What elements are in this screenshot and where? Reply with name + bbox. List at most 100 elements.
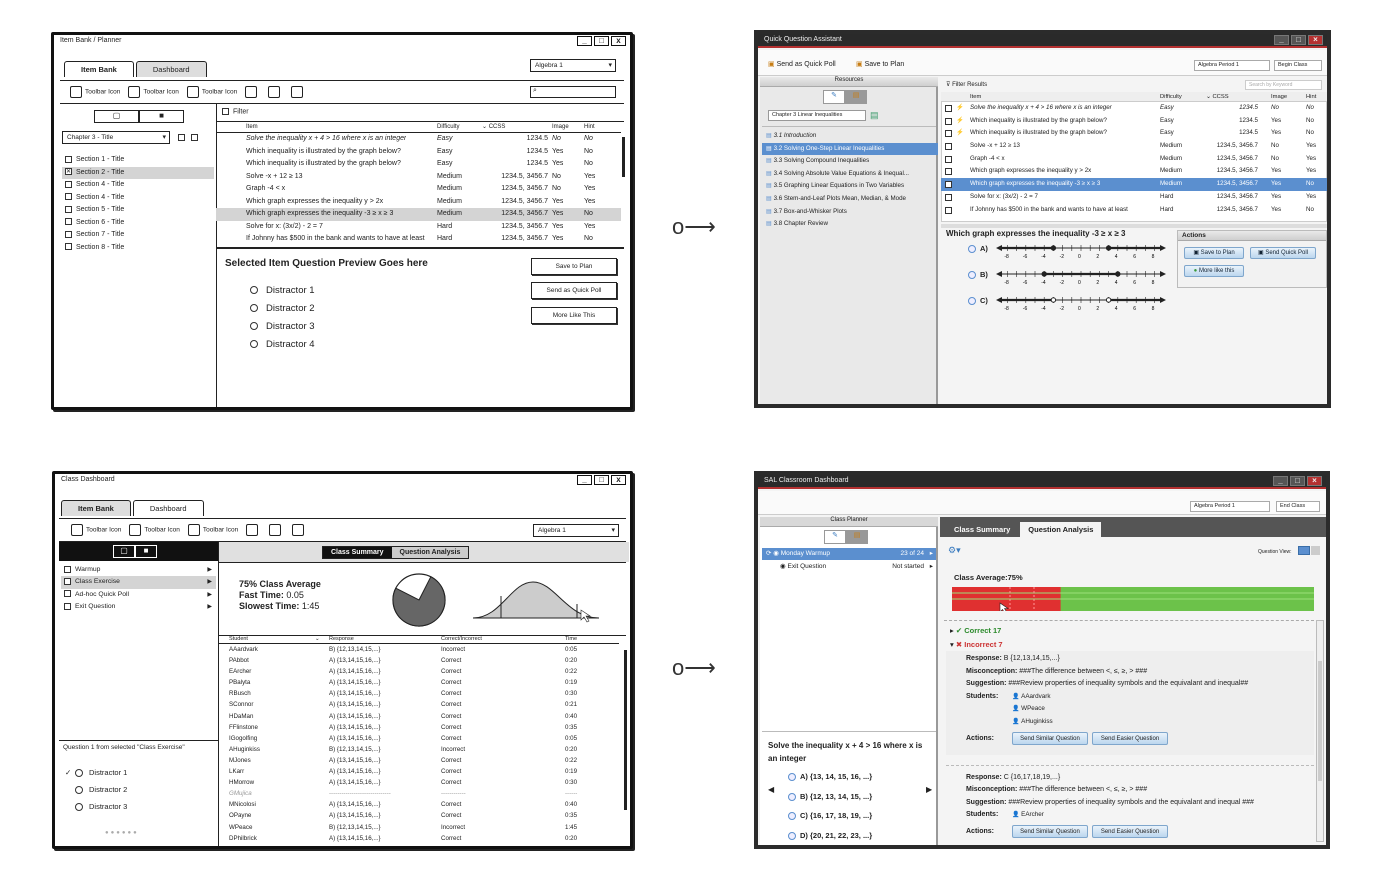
session-item[interactable]: Class Exercise ▶ bbox=[61, 576, 216, 589]
send-quick-poll-button[interactable]: Send as Quick Poll bbox=[531, 282, 617, 299]
maximize-button[interactable]: □ bbox=[1290, 476, 1305, 486]
action-button[interactable]: Send Easier Question bbox=[1092, 731, 1168, 745]
row-checkbox[interactable] bbox=[945, 117, 952, 125]
table-row[interactable]: Solve -x + 12 ≥ 13 Medium 1234.5, 3456.7 No… bbox=[941, 140, 1327, 153]
tab-item-bank[interactable]: Item Bank bbox=[64, 61, 134, 77]
column-header[interactable]: Hint bbox=[584, 121, 595, 133]
table-row[interactable]: HDaMan A) {13,14,15,16,...} Correct 0:40 bbox=[219, 711, 619, 722]
table-row[interactable]: Graph -4 < x Medium 1234.5, 3456.7 No Yes bbox=[941, 153, 1327, 166]
section-item[interactable]: Section 5 - Title bbox=[62, 204, 214, 217]
settings-icon[interactable]: ⚙▾ bbox=[948, 545, 961, 556]
column-header[interactable]: Response bbox=[329, 635, 354, 644]
distractor-option[interactable]: Distractor 1 bbox=[250, 282, 315, 300]
distractor-option[interactable]: Distractor 3 bbox=[250, 318, 315, 336]
view-toggle-icon[interactable] bbox=[1298, 546, 1320, 555]
table-row[interactable]: AHuginkiss B) {12,13,14,15,...} Incorrect 0… bbox=[219, 744, 619, 755]
table-row[interactable]: MJones A) {13,14,15,16,...} Correct 0:22 bbox=[219, 755, 619, 766]
table-row[interactable]: Which inequality is illustrated by the g… bbox=[216, 146, 621, 159]
table-row[interactable]: OPayne A) {13,14,15,16,...} Correct 0:35 bbox=[219, 810, 619, 821]
notes-tab[interactable]: ✎ bbox=[824, 530, 846, 544]
row-checkbox[interactable] bbox=[945, 130, 952, 138]
section-checkbox[interactable] bbox=[65, 243, 72, 251]
radio-button[interactable] bbox=[968, 297, 976, 305]
maximize-button[interactable]: □ bbox=[594, 36, 609, 46]
toolbar-button-2[interactable]: Toolbar Icon bbox=[129, 524, 180, 536]
more-like-this-button[interactable]: ● More like this bbox=[1184, 265, 1244, 277]
session-item[interactable]: Warmup ▶ bbox=[61, 564, 216, 576]
toolbar-button-1[interactable]: Toolbar Icon bbox=[70, 86, 120, 98]
save-to-plan-button[interactable]: Save to Plan bbox=[531, 258, 617, 275]
pager-dots[interactable]: ●●●●●● bbox=[105, 830, 139, 836]
toolbar-icon-5[interactable] bbox=[269, 524, 282, 536]
expand-arrow-icon[interactable]: ▶ bbox=[207, 601, 212, 613]
table-row[interactable]: SConnor A) {13,14,15,16,...} Correct 0:21 bbox=[219, 699, 619, 710]
table-row[interactable]: PBalyta A) {13,14,15,16,...} Correct 0:19 bbox=[219, 677, 619, 688]
row-checkbox[interactable] bbox=[945, 206, 952, 214]
answer-option[interactable]: C) {16, 17, 18, 19, ...} bbox=[788, 806, 872, 826]
radio-button[interactable] bbox=[75, 786, 83, 795]
send-quick-poll-tool[interactable]: ▣ Send as Quick Poll bbox=[768, 60, 836, 68]
radio-button[interactable] bbox=[788, 792, 796, 801]
minimize-button[interactable]: _ bbox=[1274, 35, 1289, 45]
table-row[interactable]: ⚡ Which inequality is illustrated by the … bbox=[941, 127, 1327, 140]
section-item[interactable]: Section 6 - Title bbox=[62, 217, 214, 230]
row-checkbox[interactable] bbox=[945, 143, 952, 151]
close-button[interactable]: x bbox=[611, 36, 626, 46]
row-checkbox[interactable] bbox=[945, 181, 952, 189]
notes-tab[interactable]: ✎ bbox=[823, 90, 845, 104]
section-item[interactable]: Section 8 - Title bbox=[62, 242, 214, 255]
lesson-item[interactable]: ▤ 3.6 Stem-and-Leaf Plots Mean, Median, … bbox=[762, 193, 938, 206]
class-select[interactable]: Algebra 1 bbox=[530, 59, 616, 72]
student-item[interactable]: 👤 AHuginkiss bbox=[1012, 716, 1314, 729]
table-row[interactable]: GMujica ------------------------------ ---… bbox=[219, 788, 619, 799]
section-checkbox[interactable] bbox=[65, 205, 72, 213]
seg-class-summary[interactable]: Class Summary bbox=[323, 547, 392, 558]
end-class-button[interactable]: End Class bbox=[1276, 501, 1320, 512]
table-row[interactable]: FFlinstone A) {13,14,15,16,...} Correct 0:3… bbox=[219, 722, 619, 733]
tab-dashboard[interactable]: Dashboard bbox=[135, 61, 207, 77]
chapter-select[interactable]: Chapter 3 Linear Inequalities bbox=[768, 110, 866, 121]
lesson-item[interactable]: ▤ 3.5 Graphing Linear Equations in Two V… bbox=[762, 180, 938, 193]
action-button[interactable]: Send Similar Question bbox=[1012, 731, 1088, 745]
radio-button[interactable] bbox=[968, 245, 976, 253]
table-row[interactable]: If Johnny has $500 in the bank and wants… bbox=[941, 204, 1327, 217]
table-row[interactable]: IGogolfing A) {13,14,15,16,...} Correct 0:0… bbox=[219, 733, 619, 744]
chapter-option-a[interactable] bbox=[178, 134, 185, 141]
section-checkbox[interactable] bbox=[65, 180, 72, 188]
answer-option[interactable]: A) {13, 14, 15, 16, ...} bbox=[788, 767, 872, 787]
lesson-item[interactable]: ▤ 3.3 Solving Compound Inequalities bbox=[762, 155, 938, 168]
maximize-button[interactable]: □ bbox=[1291, 35, 1306, 45]
tab-class-summary[interactable]: Class Summary bbox=[946, 522, 1018, 537]
radio-button[interactable] bbox=[788, 831, 796, 840]
toolbar-button-3[interactable]: Toolbar Icon bbox=[187, 524, 238, 536]
table-row[interactable]: Solve for x: (3x/2) - 2 = 7 Hard 1234.5, 3… bbox=[216, 221, 621, 234]
period-select[interactable]: Algebra Period 1 bbox=[1194, 60, 1270, 71]
table-row[interactable]: WPeace B) {12,13,14,15,...} Incorrect 1:45 bbox=[219, 822, 619, 833]
answer-option[interactable]: B) -8 -6 -4 -2 0 2 4 6 8 bbox=[968, 268, 1168, 288]
table-row[interactable]: PAbbot A) {13,14,15,16,...} Correct 0:20 bbox=[219, 655, 619, 666]
tab-question-analysis[interactable]: Question Analysis bbox=[1020, 522, 1102, 537]
table-row[interactable]: LKarr A) {13,14,15,16,...} Correct 0:19 bbox=[219, 766, 619, 777]
row-checkbox[interactable] bbox=[945, 193, 952, 201]
tab-item-bank[interactable]: Item Bank bbox=[61, 500, 131, 516]
table-row[interactable]: AAardvark B) {12,13,14,15,...} Incorrect 0:… bbox=[219, 644, 619, 655]
toolbar-button-3[interactable]: Toolbar Icon bbox=[186, 86, 237, 98]
lesson-item[interactable]: ▤ 3.7 Box-and-Whisker Plots bbox=[762, 206, 938, 219]
table-row[interactable]: ⚡ Solve the inequality x + 4 > 16 where x… bbox=[941, 102, 1327, 115]
column-header[interactable]: Item bbox=[246, 121, 258, 133]
plan-item-exit-question[interactable]: ◉ Exit Question Not started ▸ bbox=[762, 561, 936, 573]
correct-group[interactable]: ▸ ✔ Correct 17 bbox=[950, 626, 1001, 635]
toolbar-button-1[interactable]: Toolbar Icon bbox=[71, 524, 121, 536]
table-row[interactable]: EArcher A) {13,14,15,16,...} Correct 0:22 bbox=[219, 666, 619, 677]
session-item[interactable]: Ad-hoc Quick Poll ▶ bbox=[61, 589, 216, 601]
column-header[interactable]: ⌄ CCSS bbox=[1206, 92, 1229, 102]
column-header[interactable]: Image bbox=[1271, 92, 1287, 102]
close-button[interactable]: x bbox=[611, 475, 626, 485]
column-header[interactable]: Student bbox=[229, 635, 248, 644]
row-checkbox[interactable] bbox=[945, 105, 952, 112]
section-item[interactable]: Section 7 - Title bbox=[62, 229, 214, 242]
session-checkbox[interactable] bbox=[64, 590, 71, 598]
section-checkbox[interactable] bbox=[65, 230, 72, 238]
prev-question-arrow[interactable]: ◀ bbox=[768, 785, 774, 794]
radio-button[interactable] bbox=[75, 769, 83, 778]
